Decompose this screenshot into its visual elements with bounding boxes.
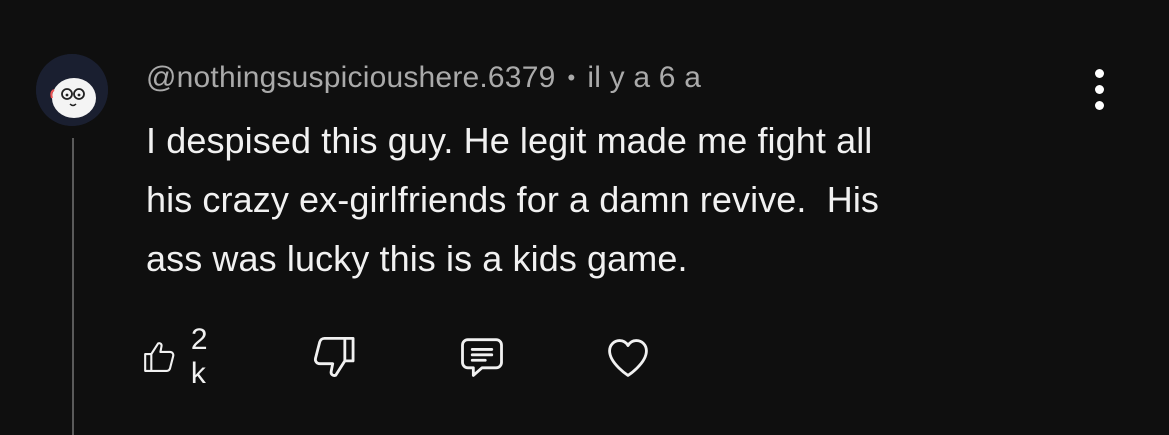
- comment-icon: [461, 338, 503, 377]
- separator-dot: •: [567, 65, 576, 90]
- more-options-button[interactable]: [1078, 62, 1120, 116]
- heart-icon: [608, 339, 648, 377]
- author-handle[interactable]: @nothingsuspicioushere.6379: [146, 61, 555, 95]
- thumbs-down-icon: [313, 336, 355, 377]
- avatar[interactable]: [36, 54, 108, 126]
- dislike-button[interactable]: [308, 330, 360, 384]
- comment-header: @nothingsuspicioushere.6379 • il y a 6 a: [146, 56, 701, 100]
- like-button[interactable]: 2 k: [140, 323, 221, 390]
- more-vertical-icon: [1094, 68, 1104, 78]
- comment-timestamp[interactable]: il y a 6 a: [587, 61, 701, 95]
- comment-text: I despised this guy. He legit made me fi…: [146, 120, 880, 279]
- cartoon-face-icon: [36, 54, 108, 126]
- reply-button[interactable]: [456, 330, 508, 384]
- more-vertical-icon-dot: [1094, 100, 1104, 110]
- more-vertical-icon-dot: [1094, 84, 1104, 94]
- thread-line: [72, 138, 74, 435]
- thumbs-up-icon: [144, 342, 175, 372]
- like-count: 2 k: [190, 323, 208, 390]
- heart-button[interactable]: [602, 330, 654, 384]
